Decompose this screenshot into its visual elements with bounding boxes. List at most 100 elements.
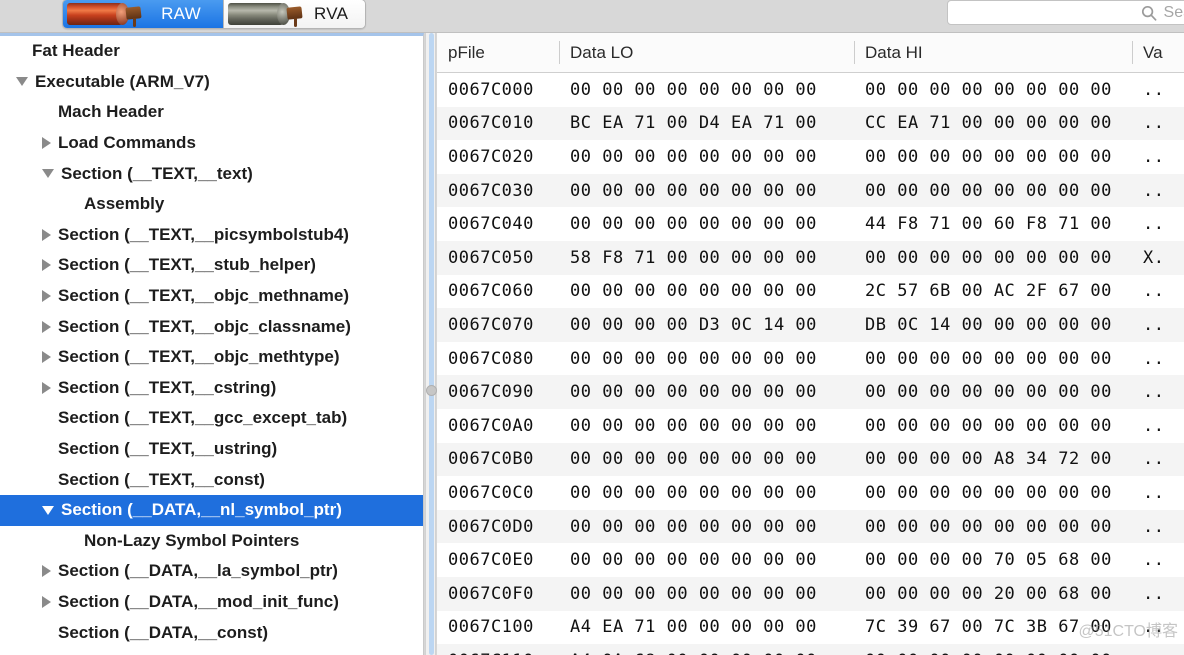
hex-data-hi-cell: 00 00 00 00 70 05 68 00 bbox=[865, 550, 1112, 571]
hex-data-hi-cell: 44 F8 71 00 60 F8 71 00 bbox=[865, 214, 1112, 235]
tree-item[interactable]: Section (__TEXT,__gcc_except_tab) bbox=[0, 403, 423, 434]
hex-value-cell: .. bbox=[1143, 449, 1165, 470]
tree-item[interactable]: Load Commands bbox=[0, 128, 423, 159]
table-row[interactable]: 0067C0E0 00 00 00 00 00 00 00 00 00 00 00 … bbox=[437, 543, 1184, 577]
tree-item[interactable]: Section (__DATA,__mod_init_func) bbox=[0, 587, 423, 618]
table-row[interactable]: 0067C0A0 00 00 00 00 00 00 00 00 00 00 00 … bbox=[437, 408, 1184, 443]
hex-value-cell: .. bbox=[1143, 583, 1165, 604]
hex-data-hi-cell: 00 00 00 00 00 00 00 00 bbox=[865, 348, 1112, 369]
chevron-right-icon[interactable] bbox=[42, 320, 51, 333]
column-header-pfile[interactable]: pFile bbox=[437, 33, 559, 72]
splitter-knob[interactable] bbox=[426, 385, 437, 396]
chevron-right-icon[interactable] bbox=[42, 259, 51, 272]
tree-item[interactable]: Fat Header bbox=[0, 36, 423, 67]
hex-value-cell: .. bbox=[1143, 79, 1165, 100]
hex-address-cell: 0067C070 bbox=[448, 314, 534, 335]
table-row[interactable]: 0067C050 58 F8 71 00 00 00 00 00 00 00 00 … bbox=[437, 240, 1184, 275]
table-body[interactable]: 0067C000 00 00 00 00 00 00 00 00 00 00 00 … bbox=[437, 73, 1184, 655]
tree-item[interactable]: Assembly bbox=[0, 189, 423, 220]
hex-data-lo-cell: 00 00 00 00 00 00 00 00 bbox=[570, 146, 817, 167]
hex-data-lo-cell: 00 00 00 00 00 00 00 00 bbox=[570, 516, 817, 537]
chevron-right-icon[interactable] bbox=[42, 565, 51, 578]
hex-data-table[interactable]: pFile Data LO Data HI Va 0067C000 00 00 0… bbox=[437, 33, 1184, 655]
hex-value-cell: .. bbox=[1143, 113, 1165, 134]
column-header-value[interactable]: Va bbox=[1132, 33, 1184, 72]
table-row[interactable]: 0067C110A4 0A 68 00 00 00 00 0000 00 00 … bbox=[437, 644, 1184, 655]
tree-item[interactable]: Section (__TEXT,__stub_helper) bbox=[0, 250, 423, 281]
column-header-data-lo[interactable]: Data LO bbox=[559, 33, 854, 72]
tree-item[interactable]: Section (__TEXT,__picsymbolstub4) bbox=[0, 220, 423, 251]
tree-item[interactable]: Section (__DATA,__cfstring) bbox=[0, 648, 423, 655]
table-row[interactable]: 0067C020 00 00 00 00 00 00 00 00 00 00 00 … bbox=[437, 140, 1184, 174]
chevron-right-icon[interactable] bbox=[42, 595, 51, 608]
tree-item[interactable]: Section (__TEXT,__objc_classname) bbox=[0, 311, 423, 342]
hex-data-hi-cell: 00 00 00 00 00 00 00 00 bbox=[865, 382, 1112, 403]
tree-item[interactable]: Section (__DATA,__la_symbol_ptr) bbox=[0, 556, 423, 587]
tree-item-label: Load Commands bbox=[58, 133, 196, 153]
hex-value-cell: .. bbox=[1143, 516, 1165, 537]
hex-value-cell: .. bbox=[1143, 180, 1165, 201]
tree-item[interactable]: Non-Lazy Symbol Pointers bbox=[0, 526, 423, 557]
tree-item[interactable]: Section (__TEXT,__ustring) bbox=[0, 434, 423, 465]
chevron-right-icon[interactable] bbox=[42, 381, 51, 394]
hex-address-cell: 0067C090 bbox=[448, 382, 534, 403]
tree-item-label: Section (__TEXT,__const) bbox=[58, 469, 265, 489]
tree-item-label: Section (__TEXT,__objc_methtype) bbox=[58, 347, 340, 367]
table-row[interactable]: 0067C080 00 00 00 00 00 00 00 00 00 00 00 … bbox=[437, 341, 1184, 376]
table-row[interactable]: 0067C090 00 00 00 00 00 00 00 00 00 00 00 … bbox=[437, 375, 1184, 409]
view-mode-segmented-control[interactable]: RAW RVA bbox=[62, 0, 366, 29]
tree-item[interactable]: Executable (ARM_V7) bbox=[0, 67, 423, 98]
hex-address-cell: 0067C0D0 bbox=[448, 516, 534, 537]
pipe-raw-icon bbox=[67, 1, 149, 27]
outline-tree[interactable]: Fat Header Executable (ARM_V7) Mach Header… bbox=[0, 36, 423, 655]
search-placeholder: Sea bbox=[1163, 3, 1184, 21]
table-row[interactable]: 0067C010 BC EA 71 00 D4 EA 71 00 CC EA 71 … bbox=[437, 106, 1184, 141]
tree-item-label: Section (__TEXT,__text) bbox=[61, 163, 253, 183]
chevron-right-icon[interactable] bbox=[42, 290, 51, 303]
chevron-down-icon[interactable] bbox=[42, 505, 54, 515]
hex-address-cell: 0067C0C0 bbox=[448, 482, 534, 503]
splitter-track[interactable] bbox=[429, 33, 434, 655]
tree-item-label: Mach Header bbox=[58, 102, 164, 122]
table-row[interactable]: 0067C0F0 00 00 00 00 00 00 00 00 00 00 00 … bbox=[437, 576, 1184, 611]
tree-item[interactable]: Section (__DATA,__nl_symbol_ptr) bbox=[0, 494, 423, 526]
hex-data-hi-cell: 00 00 00 00 00 00 00 00 bbox=[865, 79, 1112, 100]
chevron-down-icon[interactable] bbox=[42, 169, 54, 179]
search-field[interactable]: Sea bbox=[947, 0, 1184, 25]
column-header-data-hi[interactable]: Data HI bbox=[854, 33, 1132, 72]
tree-item-label: Section (__DATA,__const) bbox=[58, 622, 269, 642]
chevron-right-icon[interactable] bbox=[42, 351, 51, 364]
tree-item[interactable]: Section (__TEXT,__cstring) bbox=[0, 373, 423, 404]
table-row[interactable]: 0067C100 A4 EA 71 00 00 00 00 00 7C 39 67 … bbox=[437, 610, 1184, 645]
tab-rva[interactable]: RVA bbox=[223, 0, 365, 28]
tree-item[interactable]: Section (__DATA,__const) bbox=[0, 617, 423, 648]
tab-raw[interactable]: RAW bbox=[63, 0, 223, 28]
hex-address-cell: 0067C100 bbox=[448, 617, 534, 638]
tree-item[interactable]: Mach Header bbox=[0, 97, 423, 128]
hex-data-lo-cell: 00 00 00 00 D3 0C 14 00 bbox=[570, 314, 817, 335]
chevron-right-icon[interactable] bbox=[42, 137, 51, 150]
hex-data-lo-cell: 00 00 00 00 00 00 00 00 bbox=[570, 180, 817, 201]
table-row[interactable]: 0067C000 00 00 00 00 00 00 00 00 00 00 00 … bbox=[437, 73, 1184, 107]
table-row[interactable]: 0067C060 00 00 00 00 00 00 00 00 2C 57 6B … bbox=[437, 274, 1184, 309]
hex-value-cell: .. bbox=[1143, 382, 1165, 403]
table-header-row: pFile Data LO Data HI Va bbox=[437, 33, 1184, 73]
table-row[interactable]: 0067C040 00 00 00 00 00 00 00 00 44 F8 71 … bbox=[437, 207, 1184, 241]
table-row[interactable]: 0067C070 00 00 00 00 D3 0C 14 00 DB 0C 14 … bbox=[437, 308, 1184, 342]
outline-sidebar[interactable]: Fat Header Executable (ARM_V7) Mach Header… bbox=[0, 33, 424, 655]
table-row[interactable]: 0067C0B0 00 00 00 00 00 00 00 00 00 00 00 … bbox=[437, 442, 1184, 477]
chevron-down-icon[interactable] bbox=[16, 77, 28, 87]
table-row[interactable]: 0067C030 00 00 00 00 00 00 00 00 00 00 00 … bbox=[437, 173, 1184, 208]
tree-item-label: Assembly bbox=[84, 194, 165, 214]
chevron-right-icon[interactable] bbox=[42, 228, 51, 241]
table-row[interactable]: 0067C0D0 00 00 00 00 00 00 00 00 00 00 00 … bbox=[437, 509, 1184, 544]
hex-data-lo-cell: 00 00 00 00 00 00 00 00 bbox=[570, 482, 817, 503]
tree-item[interactable]: Section (__TEXT,__text) bbox=[0, 158, 423, 189]
hex-data-lo-cell: 00 00 00 00 00 00 00 00 bbox=[570, 348, 817, 369]
tree-item[interactable]: Section (__TEXT,__objc_methtype) bbox=[0, 342, 423, 373]
tree-item[interactable]: Section (__TEXT,__objc_methname) bbox=[0, 281, 423, 312]
vertical-splitter-scrollbar[interactable] bbox=[425, 33, 437, 655]
tree-item[interactable]: Section (__TEXT,__const) bbox=[0, 464, 423, 495]
hex-value-cell: .. bbox=[1143, 550, 1165, 571]
table-row[interactable]: 0067C0C0 00 00 00 00 00 00 00 00 00 00 00 … bbox=[437, 476, 1184, 510]
